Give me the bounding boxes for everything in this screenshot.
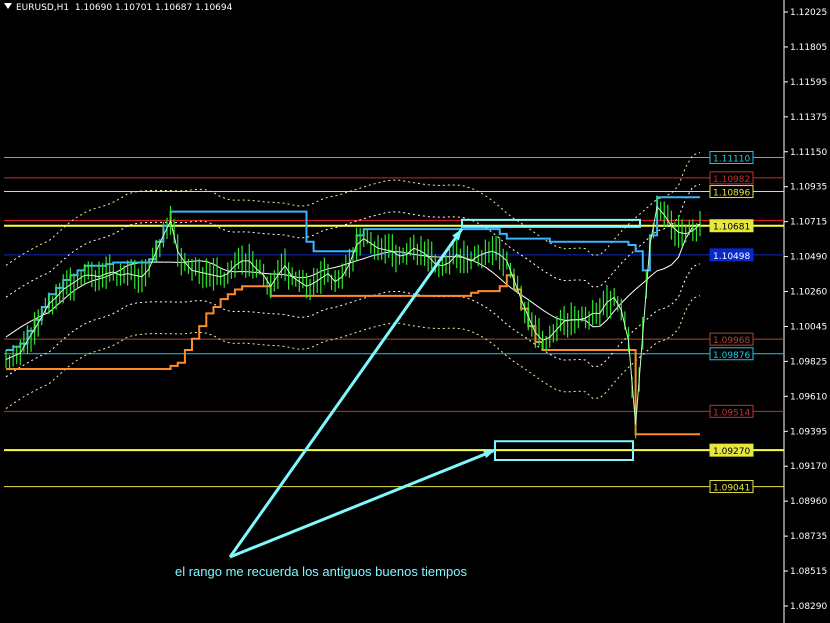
header-low: 1.10687: [155, 3, 193, 13]
chart-header: EURUSD,H1 1.10690 1.10701 1.10687 1.1069…: [4, 3, 232, 13]
header-high: 1.10701: [114, 3, 153, 13]
y-tick-label: 1.10490: [790, 253, 827, 263]
annotation-caption: el rango me recuerda los antiguos buenos…: [175, 564, 467, 579]
y-tick-label: 1.11150: [790, 148, 827, 158]
y-tick-label: 1.10260: [790, 288, 827, 298]
y-tick-label: 1.11595: [790, 78, 827, 88]
y-tick-label: 1.09395: [790, 427, 827, 437]
price-label-text: 1.09041: [713, 484, 750, 494]
y-tick-label: 1.11805: [790, 43, 827, 53]
y-tick-label: 1.10935: [790, 183, 827, 193]
price-label-text: 1.09514: [713, 408, 750, 418]
dropdown-arrow-icon[interactable]: [4, 3, 12, 9]
chart-background: [0, 0, 830, 623]
y-tick-label: 1.08290: [790, 602, 827, 612]
price-chart[interactable]: 1.12025 1.11805 1.11595 1.11375 1.11150 1.109…: [0, 0, 830, 623]
y-tick-label: 1.10045: [790, 322, 827, 332]
price-label-text: 1.09968: [713, 336, 750, 346]
y-tick-label: 1.09610: [790, 392, 827, 402]
price-label-text: 1.10498: [713, 252, 750, 262]
price-label-text: 1.10896: [713, 189, 750, 199]
price-label-text: 1.09270: [713, 447, 750, 457]
y-tick-label: 1.09170: [790, 462, 827, 472]
price-label-text: 1.11110: [713, 155, 750, 165]
header-open: 1.10690: [74, 3, 113, 13]
y-tick-label: 1.08960: [790, 497, 827, 507]
y-tick-label: 1.11375: [790, 113, 827, 123]
header-close: 1.10694: [195, 3, 233, 13]
y-tick-label: 1.08735: [790, 532, 827, 542]
y-tick-label: 1.08515: [790, 567, 827, 577]
price-label-text: 1.09876: [713, 351, 750, 361]
y-tick-label: 1.10715: [790, 218, 827, 228]
y-tick-label: 1.12025: [790, 8, 827, 18]
y-tick-label: 1.09825: [790, 357, 827, 367]
price-label-text: 1.10681: [713, 223, 750, 233]
price-label-text: 1.10982: [713, 175, 750, 185]
header-symbol: EURUSD,H1: [16, 3, 70, 13]
